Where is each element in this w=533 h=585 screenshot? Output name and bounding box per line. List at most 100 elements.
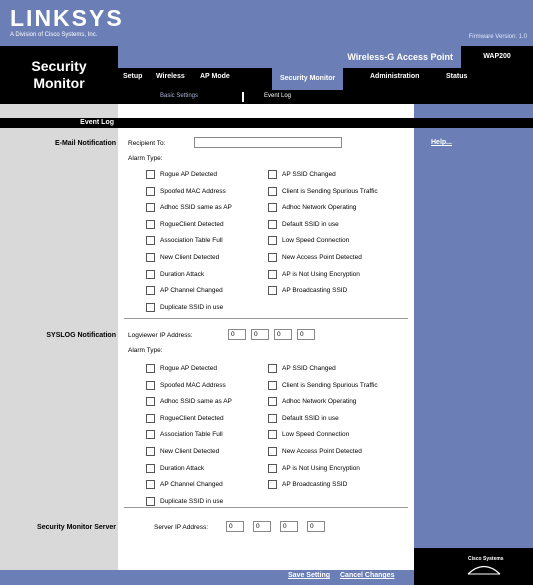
syslog-notification-label: SYSLOG Notification bbox=[46, 332, 116, 339]
footer-left bbox=[0, 570, 118, 585]
syslog-alarm-checkbox[interactable] bbox=[268, 380, 277, 390]
server-ip-octet-4[interactable]: 0 bbox=[307, 521, 325, 532]
email-alarm-label: Default SSID in use bbox=[282, 220, 339, 228]
syslog-alarm-checkbox[interactable] bbox=[268, 364, 277, 373]
email-alarm-checkbox[interactable] bbox=[146, 170, 155, 179]
syslog-alarm-checkbox[interactable] bbox=[146, 480, 155, 490]
logviewer-ip-octet-3[interactable]: 0 bbox=[274, 329, 292, 340]
email-alarm-label: Low Speed Connection bbox=[282, 237, 350, 245]
email-alarm-checkbox[interactable] bbox=[146, 186, 155, 196]
email-alarm-label: AP Broadcasting SSID bbox=[282, 287, 348, 295]
syslog-alarm-label: Duplicate SSID in use bbox=[160, 497, 224, 505]
email-alarm-checkbox[interactable] bbox=[146, 302, 155, 312]
syslog-alarm-label: Adhoc SSID same as AP bbox=[160, 398, 232, 406]
syslog-alarm-checkbox[interactable] bbox=[146, 397, 155, 407]
page-title-line2: Monitor bbox=[33, 75, 85, 91]
page-title: Security Monitor bbox=[0, 46, 118, 104]
email-alarm-type-label: Alarm Type: bbox=[128, 155, 163, 162]
email-alarm-checkbox[interactable] bbox=[268, 286, 277, 296]
page-title-line1: Security bbox=[31, 58, 87, 74]
linksys-logo: LINKSYS bbox=[10, 5, 124, 31]
cancel-changes-button[interactable]: Cancel Changes bbox=[340, 572, 394, 579]
syslog-alarm-label: Low Speed Connection bbox=[282, 431, 350, 439]
email-alarm-checkbox[interactable] bbox=[146, 286, 155, 296]
syslog-alarm-checkbox[interactable] bbox=[146, 463, 155, 473]
syslog-alarm-checkbox[interactable] bbox=[268, 463, 277, 473]
email-alarm-checkbox[interactable] bbox=[268, 253, 277, 262]
logviewer-ip-octet-1[interactable]: 0 bbox=[228, 329, 246, 340]
main-panel-header bbox=[118, 118, 414, 128]
tab-ap-mode[interactable]: AP Mode bbox=[200, 73, 230, 80]
syslog-alarm-checkbox[interactable] bbox=[268, 397, 277, 407]
save-setting-button[interactable]: Save Setting bbox=[288, 572, 330, 579]
email-alarm-checkbox[interactable] bbox=[268, 170, 277, 179]
syslog-alarm-checkbox[interactable] bbox=[146, 447, 155, 456]
syslog-alarm-checkbox[interactable] bbox=[146, 430, 155, 440]
email-alarm-label: Rogue AP Detected bbox=[160, 171, 217, 178]
email-alarm-label: Duration Attack bbox=[160, 270, 205, 278]
syslog-alarm-checkbox[interactable] bbox=[268, 430, 277, 440]
help-link[interactable]: Help... bbox=[431, 139, 452, 146]
section-divider bbox=[124, 507, 408, 508]
syslog-alarm-label: Spoofed MAC Address bbox=[160, 381, 226, 389]
email-alarm-checkbox[interactable] bbox=[268, 236, 277, 246]
syslog-alarm-label: Association Table Full bbox=[160, 431, 223, 439]
email-alarm-checkbox[interactable] bbox=[146, 236, 155, 246]
syslog-alarm-type-label: Alarm Type: bbox=[128, 347, 163, 354]
email-alarm-checkbox[interactable] bbox=[146, 269, 155, 279]
syslog-alarm-label: Rogue AP Detected bbox=[160, 365, 217, 372]
syslog-alarm-checkbox[interactable] bbox=[146, 413, 155, 423]
syslog-alarm-checkbox[interactable] bbox=[146, 380, 155, 390]
syslog-alarm-label: New Access Point Detected bbox=[282, 448, 362, 455]
tab-security-monitor[interactable]: Security Monitor bbox=[272, 68, 344, 90]
syslog-alarm-label: AP SSID Changed bbox=[282, 365, 336, 372]
subtab-separator bbox=[242, 92, 244, 102]
section-divider bbox=[124, 318, 408, 319]
server-ip-octet-3[interactable]: 0 bbox=[280, 521, 298, 532]
subtab-basic-settings[interactable]: Basic Settings bbox=[160, 93, 198, 99]
logviewer-ip-octet-4[interactable]: 0 bbox=[297, 329, 315, 340]
right-panel bbox=[414, 104, 533, 570]
syslog-alarm-label: AP Broadcasting SSID bbox=[282, 481, 348, 489]
syslog-alarm-checkbox[interactable] bbox=[268, 447, 277, 456]
firmware-version: Firmware Version: 1.0 bbox=[468, 34, 527, 40]
server-ip-octet-1[interactable]: 0 bbox=[226, 521, 244, 532]
email-alarm-checkbox[interactable] bbox=[146, 219, 155, 229]
email-alarm-label: AP Channel Changed bbox=[160, 287, 223, 295]
subtab-event-log[interactable]: Event Log bbox=[264, 93, 291, 99]
syslog-alarm-label: RogueClient Detected bbox=[160, 414, 224, 422]
product-name: Wireless-G Access Point bbox=[347, 52, 453, 62]
syslog-alarm-label: AP is Not Using Encryption bbox=[282, 464, 360, 472]
email-notification-label: E-Mail Notification bbox=[54, 140, 116, 147]
logviewer-ip-octet-2[interactable]: 0 bbox=[251, 329, 269, 340]
product-bar: Wireless-G Access Point WAP200 bbox=[118, 46, 533, 68]
email-alarm-label: AP is Not Using Encryption bbox=[282, 270, 360, 278]
logviewer-ip-label: Logviewer IP Address: bbox=[128, 332, 193, 339]
syslog-alarm-checkbox[interactable] bbox=[146, 364, 155, 373]
email-alarm-checkbox[interactable] bbox=[268, 269, 277, 279]
security-monitor-server-label: Security Monitor Server bbox=[37, 524, 116, 531]
email-alarm-label: Spoofed MAC Address bbox=[160, 187, 226, 195]
cisco-bridge-icon bbox=[467, 565, 501, 575]
syslog-alarm-checkbox[interactable] bbox=[146, 496, 155, 506]
section-header: Event Log bbox=[80, 119, 114, 126]
tab-setup[interactable]: Setup bbox=[123, 73, 142, 80]
tab-status[interactable]: Status bbox=[446, 73, 467, 80]
tab-wireless[interactable]: Wireless bbox=[156, 73, 185, 80]
recipient-input[interactable] bbox=[194, 137, 342, 148]
email-alarm-checkbox[interactable] bbox=[268, 186, 277, 196]
email-alarm-checkbox[interactable] bbox=[146, 203, 155, 213]
syslog-alarm-checkbox[interactable] bbox=[268, 480, 277, 490]
email-alarm-label: Client is Sending Spurious Traffic bbox=[282, 187, 378, 195]
main-tabs: Setup Wireless AP Mode Security Monitor … bbox=[118, 68, 533, 90]
email-alarm-label: RogueClient Detected bbox=[160, 220, 224, 228]
syslog-alarm-checkbox[interactable] bbox=[268, 413, 277, 423]
server-ip-octet-2[interactable]: 0 bbox=[253, 521, 271, 532]
logo-subtitle: A Division of Cisco Systems, Inc. bbox=[10, 32, 98, 38]
email-alarm-label: New Client Detected bbox=[160, 254, 220, 261]
tab-administration[interactable]: Administration bbox=[370, 73, 419, 80]
email-alarm-label: AP SSID Changed bbox=[282, 171, 336, 178]
email-alarm-checkbox[interactable] bbox=[268, 219, 277, 229]
email-alarm-checkbox[interactable] bbox=[146, 253, 155, 262]
email-alarm-checkbox[interactable] bbox=[268, 203, 277, 213]
